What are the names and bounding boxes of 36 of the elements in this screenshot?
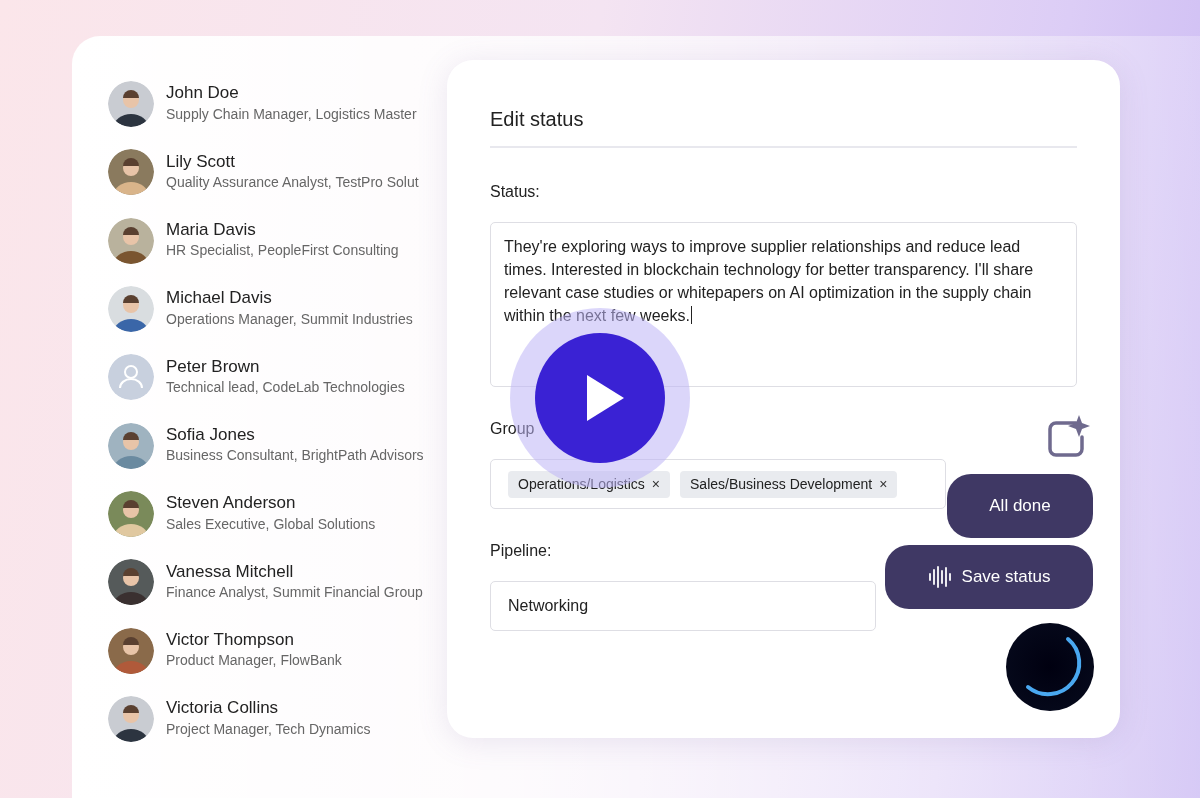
contact-role: Finance Analyst, Summit Financial Group [166,582,423,602]
contact-name: Peter Brown [166,356,261,378]
user-avatar-icon [108,354,154,401]
pipeline-select[interactable]: Networking [490,581,876,631]
field-label: Pipeline: [490,542,552,559]
done-button[interactable]: All done [947,474,1093,538]
sparkle-icon[interactable] [1048,415,1090,457]
group-tags-field[interactable]: Operations/Logistics × Sales/Business Development × [490,459,946,509]
contact-role: Quality Assurance Analyst, TestPro Solut [166,173,419,193]
tag-remove-button[interactable]: × [651,473,661,495]
contact-role: Technical lead, CodeLab Technologies [166,378,405,398]
sound-wave-icon [927,566,952,588]
contact-role: Sales Executive, Global Solutions [166,514,376,534]
contact-name: Vanessa Mitchell [166,561,295,582]
contact-role: Product Manager, FlowBank [166,651,342,671]
contact-role: Project Manager, Tech Dynamics [166,719,371,739]
contact-name: Michael Davis [166,288,273,309]
contact-name: Victor Thompson [166,629,295,651]
contact-role: Business Consultant, BrightPath Advisors [166,446,424,466]
contact-name: Lily Scott [166,151,236,173]
contact-name: Maria Davis [166,220,257,241]
field-label: Status: [490,183,540,200]
tag-label: Operations/Logistics [518,474,645,494]
tag-label: Sales/Business Development [690,474,873,494]
save-button[interactable]: Save status [885,545,1093,609]
contact-name: Sofia Jones [166,424,256,446]
field-label: Group [490,420,535,437]
dialog-title: Edit status [490,104,1077,148]
contact-name: Steven Anderson [166,493,297,514]
assistant-orb-icon[interactable] [1006,623,1094,711]
contact-name: John Doe [166,83,240,104]
contact-role: HR Specialist, PeopleFirst Consulting [166,241,399,261]
contact-role: Supply Chain Manager, Logistics Master [166,104,417,124]
tag-remove-button[interactable]: × [879,473,888,495]
contact-name: Victoria Collins [166,698,280,719]
contact-role: Operations Manager, Summit Industries [166,309,413,329]
